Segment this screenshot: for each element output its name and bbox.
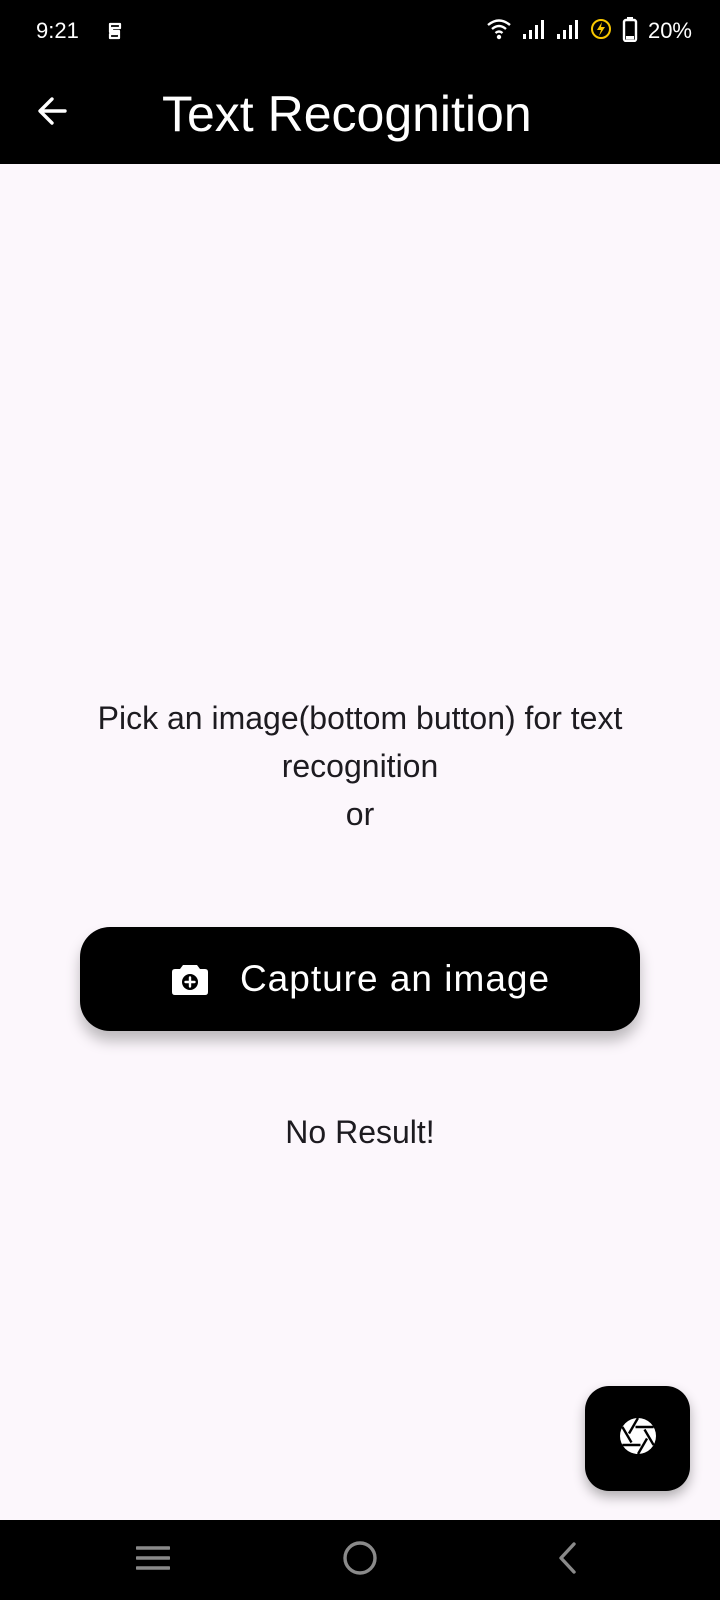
instruction-line: recognition <box>281 748 439 784</box>
battery-icon <box>622 16 638 47</box>
menu-button[interactable] <box>131 1540 175 1580</box>
battery-percentage: 20% <box>647 18 692 43</box>
status-icons: 20% <box>486 16 692 47</box>
instruction-line: Pick an image(bottom button) for text <box>97 700 623 736</box>
back-icon <box>553 1541 583 1580</box>
page-title: Text Recognition <box>162 86 532 142</box>
charging-icon <box>590 18 612 45</box>
signal-icon <box>522 18 546 45</box>
menu-icon <box>135 1543 171 1578</box>
navigation-bar <box>0 1520 720 1600</box>
camera-shutter-icon <box>618 1416 658 1461</box>
app-bar: Text Recognition <box>0 62 720 164</box>
pick-image-fab[interactable] <box>585 1386 690 1491</box>
wifi-icon <box>486 17 512 46</box>
home-button[interactable] <box>338 1540 382 1580</box>
result-text: No Result! <box>285 1114 435 1150</box>
camera-icon <box>170 961 210 997</box>
nav-back-button[interactable] <box>546 1540 590 1580</box>
home-icon <box>342 1540 378 1581</box>
status-bar: 9:21 20% <box>0 0 720 62</box>
app-notification-icon <box>104 19 126 43</box>
instruction-or: or <box>345 796 375 832</box>
status-time: 9:21 <box>36 18 79 43</box>
instructions-text: Pick an image(bottom button) for text re… <box>40 694 680 838</box>
capture-button-label: Capture an image <box>239 958 551 999</box>
capture-image-button[interactable]: Capture an image <box>80 927 640 1031</box>
arrow-back-icon <box>35 94 69 133</box>
signal-icon <box>556 18 580 45</box>
back-button[interactable] <box>30 91 74 135</box>
